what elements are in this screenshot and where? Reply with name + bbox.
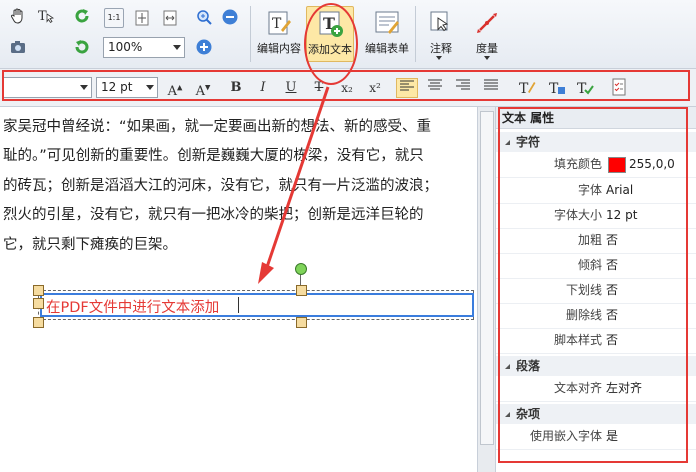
- vertical-scrollbar[interactable]: [477, 107, 495, 472]
- scroll-thumb[interactable]: [480, 111, 494, 445]
- panel-highlight: [498, 107, 688, 463]
